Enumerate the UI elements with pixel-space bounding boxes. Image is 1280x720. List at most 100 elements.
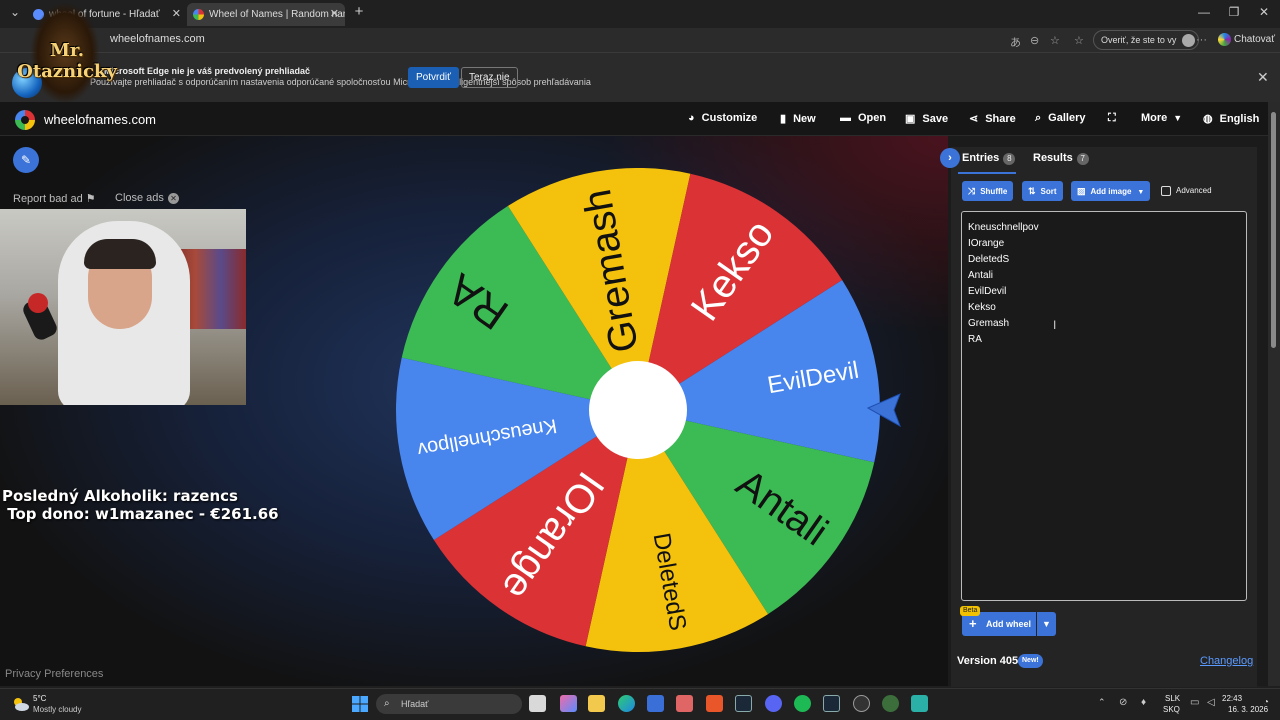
show-hidden-icons-icon[interactable]: ⌃ bbox=[1098, 697, 1106, 708]
favorites-icon[interactable]: ☆ bbox=[1074, 34, 1084, 47]
volume-icon[interactable]: ◁ bbox=[1207, 697, 1215, 708]
list-item: Gremash bbox=[968, 318, 1010, 329]
avatar bbox=[1182, 34, 1196, 47]
tab-entries[interactable]: Entries 8 bbox=[962, 152, 1016, 165]
nav-label: More bbox=[1141, 112, 1168, 124]
keyboard-layout[interactable]: SKQ bbox=[1163, 705, 1180, 714]
close-icon[interactable]: ✕ bbox=[1257, 69, 1269, 86]
more-button[interactable]: More ▼ bbox=[1141, 112, 1182, 124]
entries-textarea[interactable] bbox=[961, 211, 1247, 601]
tab-title: Wheel of Names | Random name pi bbox=[209, 9, 345, 20]
shuffle-icon: ⤨ bbox=[968, 186, 976, 196]
reader-icon[interactable]: ⊖ bbox=[1030, 34, 1039, 47]
save-button[interactable]: ▣ Save bbox=[905, 112, 948, 125]
nav-label: English bbox=[1219, 113, 1260, 125]
close-window-icon[interactable]: ✕ bbox=[1254, 5, 1274, 19]
search-placeholder: Hľadať bbox=[401, 699, 429, 709]
text-cursor-icon: I bbox=[1053, 318, 1057, 332]
spotify-app-icon[interactable] bbox=[794, 695, 811, 712]
logo-text: Mr. Otaznicky bbox=[17, 40, 117, 82]
language-button[interactable]: ◍ English bbox=[1203, 112, 1259, 125]
clock-time[interactable]: 22:43 bbox=[1222, 694, 1242, 703]
sort-button[interactable]: ⇅ Sort bbox=[1022, 181, 1063, 201]
tab-results[interactable]: Results 7 bbox=[1033, 152, 1089, 165]
collapse-panel-button[interactable]: › bbox=[940, 148, 960, 168]
maximize-icon[interactable]: ❐ bbox=[1224, 5, 1244, 19]
copilot-chat-button[interactable]: Chatovať bbox=[1218, 33, 1275, 46]
beta-badge: Beta bbox=[960, 606, 981, 616]
nav-label: Customize bbox=[701, 112, 758, 124]
add-wheel-dropdown[interactable]: ▼ bbox=[1037, 612, 1056, 636]
close-ads-link[interactable]: Close ads ✕ bbox=[115, 192, 179, 204]
image-icon: ▨ bbox=[1077, 186, 1086, 196]
button-label: Add image bbox=[1090, 187, 1132, 196]
open-button[interactable]: ▬ Open bbox=[840, 112, 886, 124]
obs-app-icon[interactable] bbox=[853, 695, 870, 712]
nav-label: Save bbox=[922, 113, 949, 125]
scrollbar-thumb[interactable] bbox=[1271, 112, 1276, 348]
app-icon[interactable] bbox=[882, 695, 899, 712]
steam-app-icon-2[interactable] bbox=[823, 695, 840, 712]
windows-taskbar bbox=[0, 688, 1280, 720]
close-ads-label: Close ads bbox=[115, 192, 164, 204]
add-image-button[interactable]: ▨ Add image ▼ bbox=[1071, 181, 1151, 201]
customize-button[interactable]: ◕ Customize bbox=[688, 112, 757, 124]
changelog-link[interactable]: Changelog bbox=[1200, 655, 1253, 667]
display-icon[interactable]: ▭ bbox=[1190, 697, 1199, 708]
outlook-app-icon[interactable] bbox=[676, 695, 693, 712]
microphone-windscreen bbox=[28, 293, 48, 313]
brave-app-icon[interactable] bbox=[706, 695, 723, 712]
cloudy-weather-icon[interactable] bbox=[10, 695, 30, 713]
confirm-button[interactable]: Potvrdiť bbox=[408, 67, 459, 88]
task-view-icon[interactable] bbox=[529, 695, 546, 712]
pencil-icon: ✎ bbox=[20, 153, 32, 167]
wheel-center-hub[interactable] bbox=[589, 361, 687, 459]
button-label: Sort bbox=[1040, 187, 1057, 196]
browser-tab-strip: ⌄ wheel of fortune - Hľadať ✕ Wheel of N… bbox=[0, 0, 1280, 28]
windows-start-icon[interactable] bbox=[352, 696, 368, 712]
nav-label: Gallery bbox=[1048, 112, 1086, 124]
discord-app-icon[interactable] bbox=[765, 695, 782, 712]
minimize-icon[interactable]: — bbox=[1194, 5, 1214, 19]
notepad-app-icon[interactable] bbox=[911, 695, 928, 712]
new-tab-button[interactable]: + bbox=[349, 3, 369, 20]
microphone-tray-icon[interactable]: ♦ bbox=[1141, 697, 1146, 708]
browser-tab-wheel[interactable]: Wheel of Names | Random name pi ✕ bbox=[187, 3, 345, 26]
copilot-app-icon[interactable] bbox=[560, 695, 577, 712]
file-explorer-icon[interactable] bbox=[588, 695, 605, 712]
translate-icon[interactable]: あ bbox=[1010, 34, 1021, 50]
verify-identity-button[interactable]: Overiť, že ste to vy bbox=[1093, 30, 1200, 50]
close-tab-icon[interactable]: ✕ bbox=[330, 3, 339, 26]
share-button[interactable]: ⋖ Share bbox=[969, 112, 1016, 125]
search-icon: ⌕ bbox=[1035, 112, 1042, 124]
edge-app-icon[interactable] bbox=[618, 695, 635, 712]
close-tab-icon[interactable]: ✕ bbox=[172, 3, 181, 26]
fullscreen-button[interactable]: ⛶ bbox=[1108, 112, 1123, 125]
privacy-preferences-link[interactable]: Privacy Preferences bbox=[5, 668, 103, 680]
notification-title: Microsoft Edge nie je váš predvolený pre… bbox=[104, 66, 311, 76]
nav-label: Open bbox=[858, 112, 887, 124]
list-item: IOrange bbox=[968, 238, 1005, 249]
new-button[interactable]: ▮ New bbox=[780, 112, 816, 125]
advanced-checkbox[interactable] bbox=[1161, 186, 1171, 196]
edit-pencil-button[interactable]: ✎ bbox=[13, 147, 39, 173]
store-app-icon[interactable] bbox=[647, 695, 664, 712]
report-bad-ad-link[interactable]: Report bad ad ⚑ bbox=[13, 192, 96, 205]
spin-wheel[interactable]: EvilDevilAntaliDeletedSIOrangeKneuschnel… bbox=[393, 165, 883, 655]
notifications-icon[interactable]: ◔ bbox=[1263, 697, 1269, 708]
wheel-logo-icon[interactable] bbox=[15, 110, 35, 130]
steam-app-icon[interactable] bbox=[735, 695, 752, 712]
shuffle-button[interactable]: ⤨ Shuffle bbox=[962, 181, 1014, 201]
taskbar-search-box[interactable]: ⌕ Hľadať bbox=[376, 694, 522, 714]
favorite-star-icon[interactable]: ☆ bbox=[1050, 34, 1060, 47]
copilot-icon bbox=[1218, 33, 1231, 46]
keyboard-language[interactable]: SLK bbox=[1165, 694, 1180, 703]
network-off-icon[interactable]: ⊘ bbox=[1119, 697, 1127, 708]
not-now-button[interactable]: Teraz nie bbox=[461, 67, 518, 88]
file-icon: ▮ bbox=[780, 113, 787, 125]
wheel-favicon-icon bbox=[193, 9, 204, 20]
brand-name[interactable]: wheelofnames.com bbox=[44, 112, 156, 127]
gallery-button[interactable]: ⌕ Gallery bbox=[1035, 112, 1085, 125]
more-options-icon[interactable]: ··· bbox=[1196, 34, 1207, 46]
address-bar: wheelofnames.com あ ⊖ ☆ ☆ Overiť, že ste … bbox=[0, 28, 1280, 52]
